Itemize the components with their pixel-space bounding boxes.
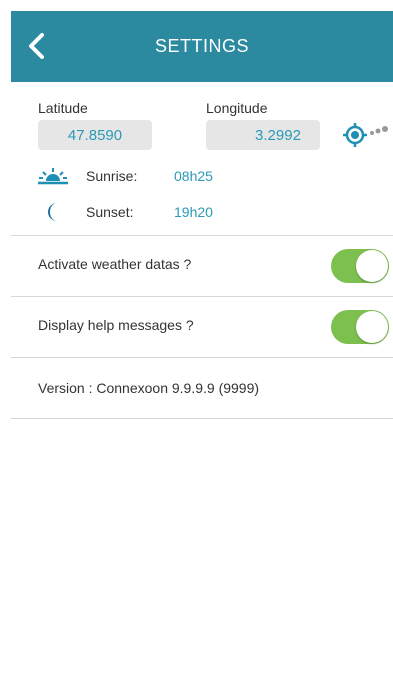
sunrise-label: Sunrise: [86, 168, 138, 184]
weather-toggle[interactable] [331, 249, 389, 283]
locate-button[interactable] [341, 120, 389, 150]
chevron-left-icon [29, 33, 44, 59]
sunrise-value: 08h25 [174, 168, 213, 184]
divider [11, 418, 393, 419]
toggle-knob [356, 250, 388, 282]
moon-icon [48, 203, 57, 221]
help-setting-label: Display help messages ? [38, 317, 194, 333]
version-text: Version : Connexoon 9.9.9.9 (9999) [38, 380, 260, 396]
latitude-value: 47.8590 [67, 126, 123, 144]
latitude-label: Latitude [38, 100, 88, 116]
toggle-knob [356, 311, 388, 343]
sunrise-icon [38, 168, 68, 185]
sunset-value: 19h20 [174, 204, 213, 220]
longitude-label: Longitude [206, 100, 268, 116]
latitude-field[interactable]: 47.8590 [38, 120, 152, 150]
help-toggle[interactable] [331, 310, 389, 344]
page-title: SETTINGS [154, 36, 249, 56]
sunset-label: Sunset: [86, 204, 134, 220]
back-button[interactable] [21, 29, 51, 63]
sunset-row: Sunset: 19h20 [38, 202, 338, 222]
app-header: SETTINGS [11, 11, 393, 82]
longitude-field[interactable]: 3.2992 [206, 120, 320, 150]
location-section: Latitude 47.8590 Longitude 3.2992 Sunris… [11, 82, 393, 235]
longitude-value: 3.2992 [255, 126, 301, 144]
settings-row-help: Display help messages ? [11, 297, 393, 357]
sunrise-row: Sunrise: 08h25 [38, 166, 338, 186]
weather-setting-label: Activate weather datas ? [38, 256, 192, 272]
divider [11, 357, 393, 358]
settings-row-weather: Activate weather datas ? [11, 236, 393, 296]
crosshair-locate-icon [343, 123, 388, 147]
